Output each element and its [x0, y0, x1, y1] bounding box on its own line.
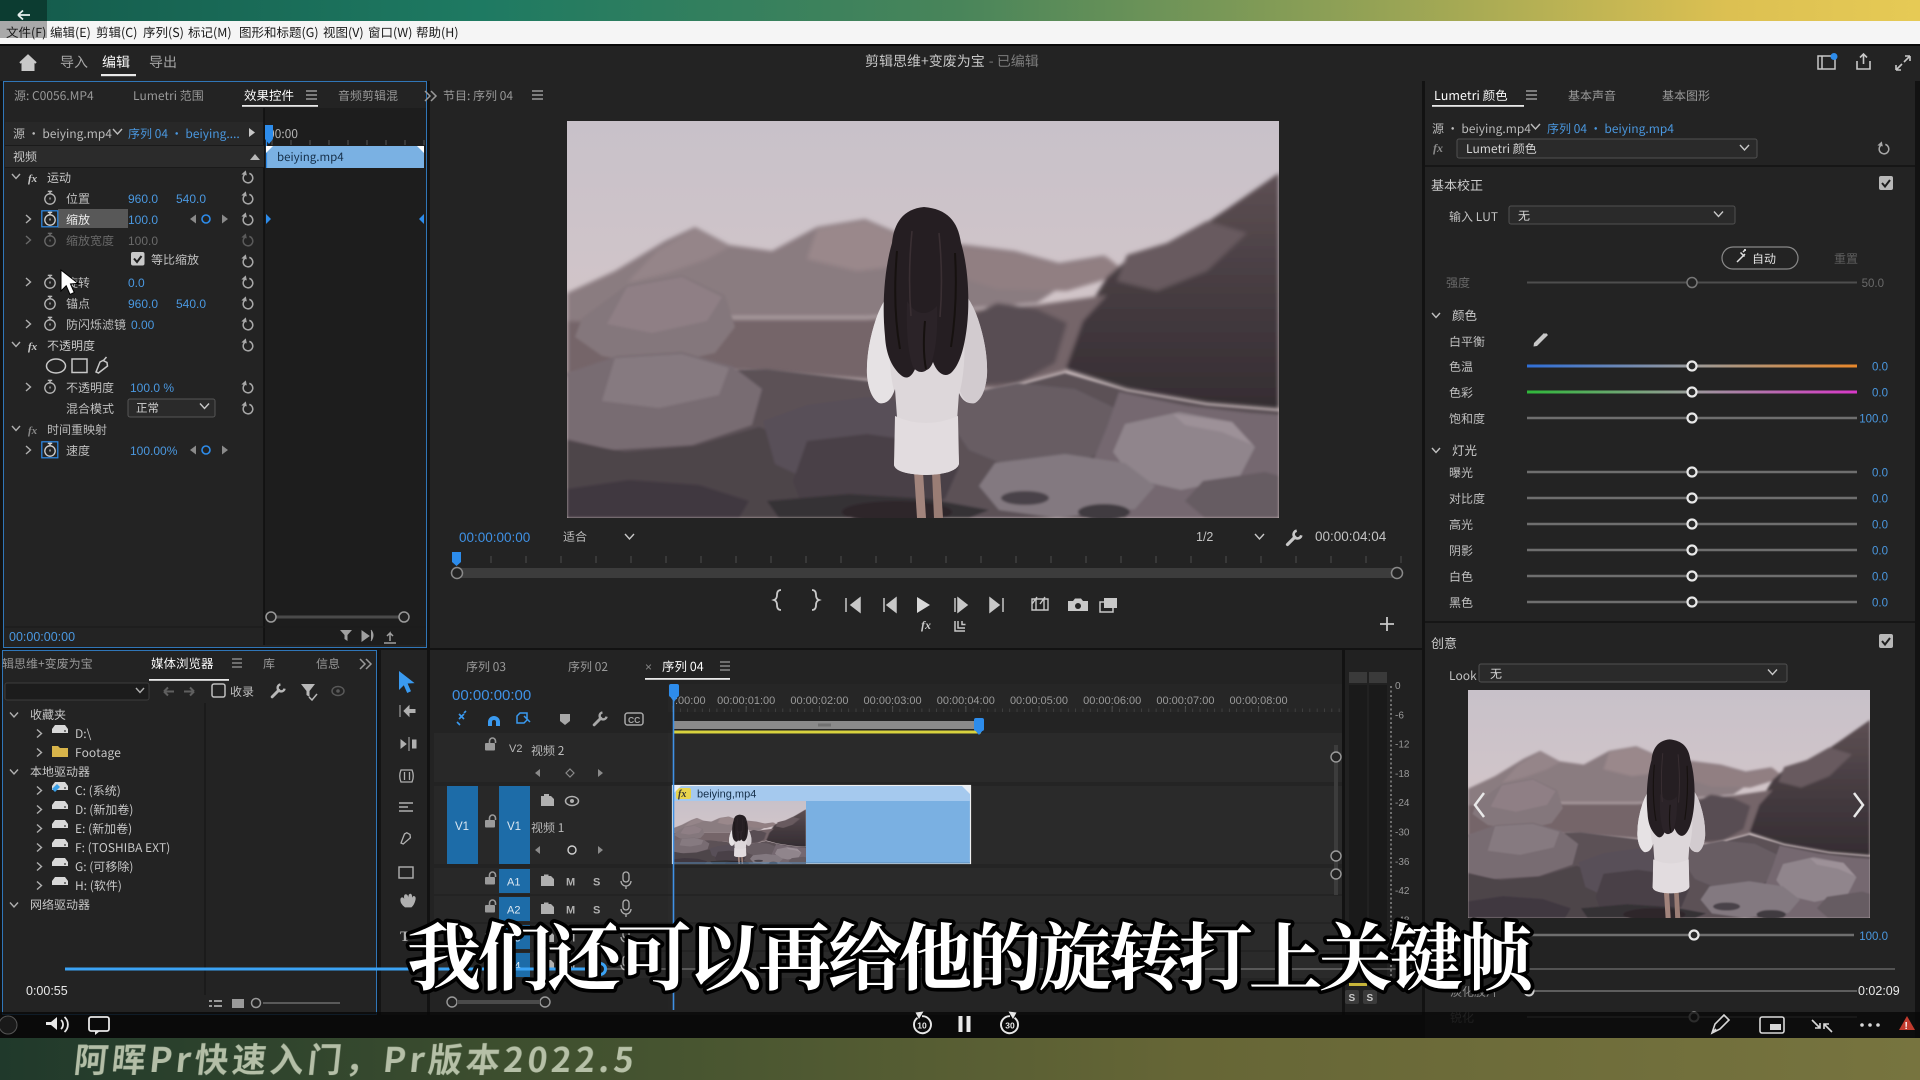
svg-text:V2: V2 [509, 743, 522, 755]
svg-text:fx: fx [1433, 141, 1443, 155]
svg-text:0:02:09: 0:02:09 [1858, 984, 1900, 998]
svg-text:100.00%: 100.00% [130, 444, 178, 458]
svg-text:M: M [566, 877, 575, 889]
svg-text:100.0 %: 100.0 % [130, 381, 174, 395]
svg-text:V1: V1 [507, 821, 521, 833]
svg-text:0.00: 0.00 [131, 318, 155, 332]
svg-text:-42: -42 [1395, 886, 1410, 897]
svg-text:540.0: 540.0 [176, 297, 206, 311]
svg-text:00:00:07:00: 00:00:07:00 [1156, 695, 1214, 707]
svg-text:0.0: 0.0 [1872, 468, 1888, 480]
svg-text:960.0: 960.0 [128, 192, 158, 206]
svg-text:100.0: 100.0 [128, 213, 158, 227]
svg-text:-30: -30 [1395, 828, 1410, 839]
svg-text:fx: fx [28, 341, 38, 353]
svg-text:00:00:05:00: 00:00:05:00 [1010, 695, 1068, 707]
svg-text:0: 0 [1395, 681, 1401, 692]
svg-text:0.0: 0.0 [1872, 494, 1888, 506]
svg-text:50.0: 50.0 [1862, 278, 1884, 290]
svg-text:00:00:02:00: 00:00:02:00 [790, 695, 848, 707]
svg-text:960.0: 960.0 [128, 297, 158, 311]
svg-text:beiying,mp4: beiying,mp4 [697, 789, 756, 801]
svg-text:00:00:00:00: 00:00:00:00 [459, 530, 530, 545]
svg-text:00:00:04:04: 00:00:04:04 [1315, 529, 1387, 544]
svg-text:00:00:06:00: 00:00:06:00 [1083, 695, 1141, 707]
svg-text:V1: V1 [455, 821, 469, 833]
svg-text:0:00:55: 0:00:55 [26, 984, 68, 998]
svg-text:-6: -6 [1395, 710, 1404, 721]
svg-text:M: M [566, 905, 575, 917]
svg-text:S: S [1349, 993, 1356, 1004]
svg-text:0.0: 0.0 [1872, 546, 1888, 558]
svg-text:-18: -18 [1395, 769, 1410, 780]
svg-text:×: × [645, 660, 652, 674]
svg-text:fx: fx [28, 173, 38, 185]
svg-text:fx: fx [921, 618, 931, 632]
svg-text:100.0: 100.0 [1859, 931, 1888, 943]
svg-text:S: S [593, 905, 600, 917]
svg-text:fx: fx [678, 789, 686, 800]
svg-text:00:00:03:00: 00:00:03:00 [864, 695, 922, 707]
svg-text:A2: A2 [507, 905, 520, 917]
svg-text:-24: -24 [1395, 798, 1410, 809]
svg-text:0.0: 0.0 [128, 276, 145, 290]
svg-text:100.0: 100.0 [1859, 414, 1888, 426]
svg-text:0.0: 0.0 [1872, 362, 1888, 374]
svg-text:00:00:04:00: 00:00:04:00 [937, 695, 995, 707]
svg-text:540.0: 540.0 [176, 192, 206, 206]
svg-text:10: 10 [917, 1021, 927, 1031]
svg-text::00:00: :00:00 [675, 695, 706, 707]
svg-text:30: 30 [1005, 1021, 1015, 1031]
svg-text:00:00:00:00: 00:00:00:00 [9, 630, 75, 644]
svg-text:S: S [593, 877, 600, 889]
svg-text:-12: -12 [1395, 740, 1410, 751]
svg-text:1/2: 1/2 [1196, 530, 1213, 544]
svg-text:00:00:01:00: 00:00:01:00 [717, 695, 775, 707]
svg-text:S: S [1367, 993, 1374, 1004]
svg-text:A1: A1 [507, 877, 520, 889]
svg-text:0.0: 0.0 [1872, 520, 1888, 532]
svg-text:100.0: 100.0 [128, 234, 158, 248]
svg-text:!: ! [1905, 1021, 1908, 1032]
svg-text:CC: CC [628, 715, 640, 725]
svg-text:0.0: 0.0 [1872, 598, 1888, 610]
svg-text:fx: fx [28, 425, 38, 437]
svg-text:00:00:08:00: 00:00:08:00 [1230, 695, 1288, 707]
svg-text:-36: -36 [1395, 857, 1410, 868]
svg-text:00:00:00:00: 00:00:00:00 [452, 687, 531, 704]
svg-text:0.0: 0.0 [1872, 388, 1888, 400]
svg-text:0.0: 0.0 [1872, 572, 1888, 584]
